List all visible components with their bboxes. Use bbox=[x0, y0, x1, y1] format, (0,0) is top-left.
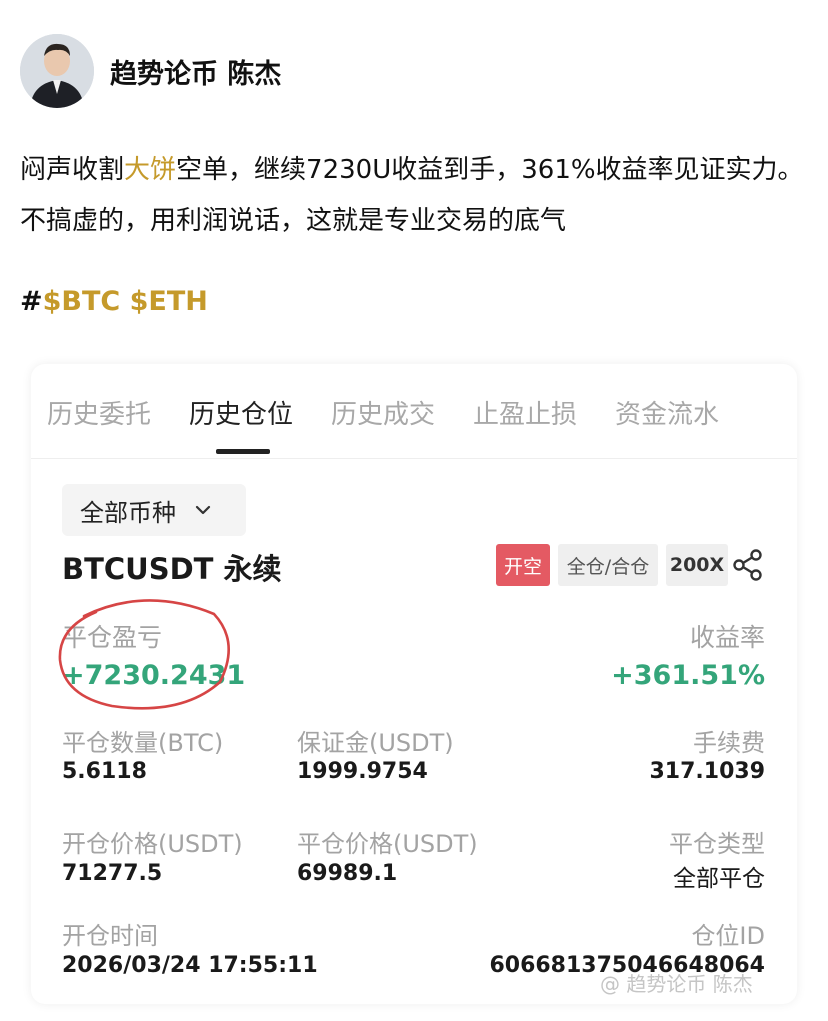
tab-funding-flow[interactable]: 资金流水 bbox=[615, 394, 719, 431]
position-id-label: 仓位ID bbox=[691, 922, 765, 950]
watermark: @ 趋势论币 陈杰 bbox=[600, 972, 753, 996]
tab-order-history[interactable]: 历史委托 bbox=[47, 394, 151, 431]
share-icon[interactable] bbox=[732, 548, 764, 582]
coin-filter-dropdown[interactable]: 全部币种 bbox=[62, 484, 246, 536]
close-qty-value: 5.6118 bbox=[62, 759, 147, 784]
coin-filter-label: 全部币种 bbox=[80, 498, 176, 527]
author-name[interactable]: 趋势论币 陈杰 bbox=[110, 52, 281, 91]
open-price-label: 开仓价格(USDT) bbox=[62, 830, 243, 858]
cashtag-links[interactable]: $BTC $ETH bbox=[43, 286, 208, 317]
avatar-image bbox=[20, 34, 94, 108]
avatar[interactable] bbox=[20, 34, 94, 108]
tab-trade-history[interactable]: 历史成交 bbox=[331, 394, 435, 431]
open-time-value: 2026/03/24 17:55:11 bbox=[62, 953, 318, 978]
post-tags: #$BTC $ETH bbox=[20, 286, 208, 317]
roi-label: 收益率 bbox=[689, 623, 765, 652]
close-price-label: 平仓价格(USDT) bbox=[297, 830, 478, 858]
close-type-value: 全部平仓 bbox=[673, 866, 765, 892]
active-tab-indicator bbox=[216, 449, 270, 454]
post-highlight-link[interactable]: 大饼 bbox=[124, 155, 176, 185]
tab-position-history[interactable]: 历史仓位 bbox=[189, 394, 293, 431]
chevron-down-icon bbox=[195, 505, 211, 515]
leverage-badge: 200X bbox=[666, 544, 728, 586]
history-tabs: 历史委托 历史仓位 历史成交 止盈止损 资金流水 bbox=[31, 380, 797, 459]
margin-mode-badge: 全仓/合仓 bbox=[558, 544, 658, 586]
tab-tp-sl[interactable]: 止盈止损 bbox=[473, 394, 577, 431]
margin-value: 1999.9754 bbox=[297, 759, 428, 784]
margin-label: 保证金(USDT) bbox=[297, 729, 454, 757]
fee-label: 手续费 bbox=[693, 729, 765, 757]
hash-symbol: # bbox=[20, 286, 43, 317]
fee-value: 317.1039 bbox=[649, 759, 765, 784]
open-price-value: 71277.5 bbox=[62, 861, 163, 886]
open-time-label: 开仓时间 bbox=[62, 922, 158, 950]
position-symbol: BTCUSDT 永续 bbox=[62, 552, 282, 586]
close-type-label: 平仓类型 bbox=[669, 830, 765, 858]
side-badge: 开空 bbox=[496, 544, 550, 586]
post-text: 闷声收割大饼空单，继续7230U收益到手，361%收益率见证实力。不搞虚的，用利… bbox=[20, 145, 810, 247]
annotation-circle bbox=[58, 599, 230, 710]
post-text-before: 闷声收割 bbox=[20, 155, 125, 185]
roi-value: +361.51% bbox=[611, 660, 765, 691]
close-price-value: 69989.1 bbox=[297, 861, 398, 886]
close-qty-label: 平仓数量(BTC) bbox=[62, 729, 224, 757]
